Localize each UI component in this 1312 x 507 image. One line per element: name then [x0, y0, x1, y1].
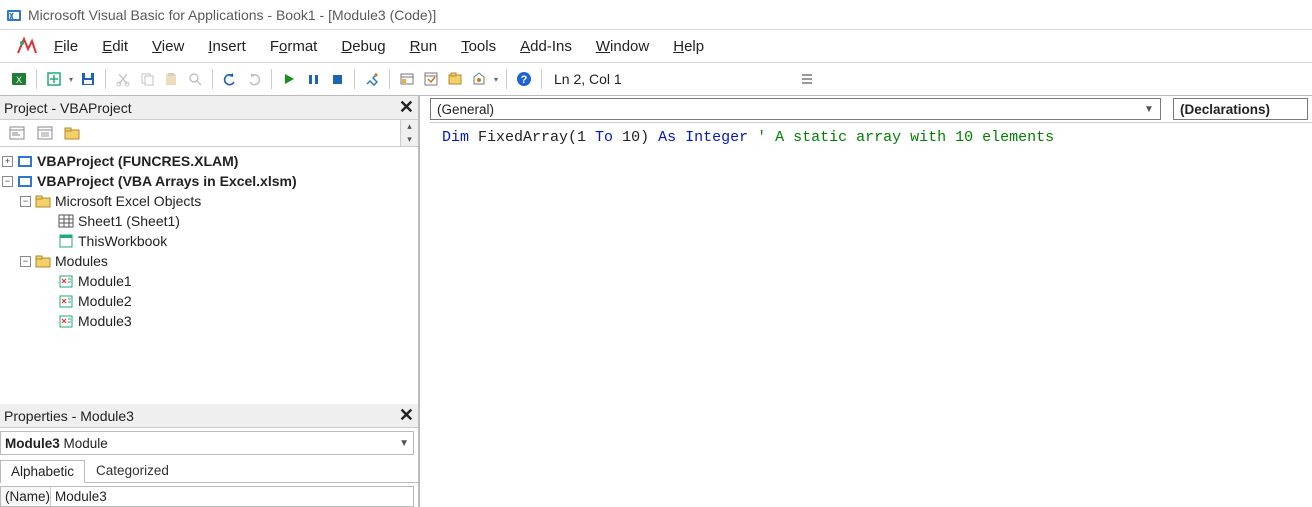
object-browser-button[interactable]	[444, 68, 466, 90]
properties-object-name: Module3	[5, 436, 60, 451]
tree-node-sheet1[interactable]: Sheet1 (Sheet1)	[2, 211, 416, 231]
copy-button[interactable]	[136, 68, 158, 90]
project-explorer-toolbar: ▴▾	[0, 120, 418, 147]
menu-addins[interactable]: Add-Ins	[508, 34, 584, 59]
menu-window[interactable]: Window	[584, 34, 661, 59]
collapse-icon[interactable]: −	[2, 176, 13, 187]
panel-scroll[interactable]: ▴▾	[400, 120, 418, 146]
property-key: (Name)	[1, 487, 51, 506]
svg-text:?: ?	[521, 74, 528, 86]
project-explorer-button[interactable]	[396, 68, 418, 90]
redo-button[interactable]	[243, 68, 265, 90]
window-titlebar: Microsoft Visual Basic for Applications …	[0, 0, 1312, 30]
collapse-icon[interactable]: −	[20, 256, 31, 267]
properties-window-button[interactable]	[420, 68, 442, 90]
toolbar-separator	[36, 69, 37, 89]
menu-edit[interactable]: Edit	[90, 34, 140, 59]
find-button[interactable]	[184, 68, 206, 90]
undo-button[interactable]	[219, 68, 241, 90]
folder-icon	[35, 195, 51, 208]
menu-file[interactable]: File	[42, 34, 90, 59]
project-tree[interactable]: + VBAProject (FUNCRES.XLAM) − VBAProject…	[0, 147, 418, 404]
property-value[interactable]: Module3	[51, 487, 413, 506]
tab-categorized[interactable]: Categorized	[85, 459, 180, 482]
toolbar-separator	[354, 69, 355, 89]
object-combo[interactable]: (General) ▼	[430, 98, 1161, 120]
insert-button[interactable]	[43, 68, 65, 90]
chevron-down-icon: ▼	[1140, 101, 1158, 117]
menu-debug[interactable]: Debug	[329, 34, 397, 59]
tree-node-module2[interactable]: Module2	[2, 291, 416, 311]
view-excel-button[interactable]: X	[8, 68, 30, 90]
worksheet-icon	[58, 214, 74, 228]
toolbar-grip	[802, 65, 812, 93]
run-button[interactable]	[278, 68, 300, 90]
toolbox-button[interactable]	[468, 68, 490, 90]
properties-panel-title: Properties - Module3	[4, 408, 134, 424]
project-explorer-close-icon[interactable]: ✕	[399, 97, 414, 118]
vba-glyph-icon	[12, 35, 42, 57]
project-explorer-header: Project - VBAProject ✕	[0, 96, 418, 120]
collapse-icon[interactable]: −	[20, 196, 31, 207]
project-explorer-title: Project - VBAProject	[4, 100, 132, 116]
tree-node-excel-objects[interactable]: − Microsoft Excel Objects	[2, 191, 416, 211]
expand-icon[interactable]: +	[2, 156, 13, 167]
tree-node-module3[interactable]: Module3	[2, 311, 416, 331]
tree-node-modules[interactable]: − Modules	[2, 251, 416, 271]
toolbar-separator	[105, 69, 106, 89]
menu-view[interactable]: View	[140, 34, 196, 59]
workbook-icon	[58, 234, 74, 248]
tab-alphabetic[interactable]: Alphabetic	[0, 460, 85, 483]
properties-tabs: Alphabetic Categorized	[0, 459, 418, 483]
menu-help[interactable]: Help	[661, 34, 716, 59]
window-title: Microsoft Visual Basic for Applications …	[28, 7, 436, 23]
tree-node-arrays[interactable]: − VBAProject (VBA Arrays in Excel.xlsm)	[2, 171, 416, 191]
insert-dropdown[interactable]: ▾	[67, 75, 75, 84]
property-row-name[interactable]: (Name) Module3	[1, 487, 413, 506]
properties-panel-header: Properties - Module3 ✕	[0, 404, 418, 428]
toggle-folders-button[interactable]	[62, 123, 84, 143]
save-button[interactable]	[77, 68, 99, 90]
module-icon	[58, 274, 74, 288]
module-icon	[58, 314, 74, 328]
help-button[interactable]: ?	[513, 68, 535, 90]
menubar: File Edit View Insert Format Debug Run T…	[0, 30, 1312, 63]
paste-button[interactable]	[160, 68, 182, 90]
properties-grid: (Name) Module3	[0, 486, 414, 507]
chevron-down-icon: ▼	[399, 438, 409, 449]
properties-object-select[interactable]: Module3 Module ▼	[0, 431, 414, 455]
tree-node-funcres[interactable]: + VBAProject (FUNCRES.XLAM)	[2, 151, 416, 171]
break-button[interactable]	[302, 68, 324, 90]
properties-object-type: Module	[64, 436, 108, 451]
vbaproject-icon	[17, 174, 33, 188]
standard-toolbar: X ▾ ▾ ? Ln 2, Col 1	[0, 63, 1312, 96]
design-mode-button[interactable]	[361, 68, 383, 90]
menu-run[interactable]: Run	[398, 34, 450, 59]
toolbar-separator	[271, 69, 272, 89]
toolbar-separator	[541, 69, 542, 89]
folder-icon	[35, 255, 51, 268]
reset-button[interactable]	[326, 68, 348, 90]
vbaproject-icon	[17, 154, 33, 168]
code-pane-combos: (General) ▼ (Declarations)	[430, 96, 1312, 122]
toolbox-dropdown[interactable]: ▾	[492, 75, 500, 84]
module-icon	[58, 294, 74, 308]
cursor-position-status: Ln 2, Col 1	[554, 71, 622, 87]
menu-insert[interactable]: Insert	[196, 34, 258, 59]
svg-text:X: X	[16, 75, 22, 85]
menu-tools[interactable]: Tools	[449, 34, 508, 59]
view-object-button[interactable]	[34, 123, 56, 143]
toolbar-separator	[506, 69, 507, 89]
tree-node-module1[interactable]: Module1	[2, 271, 416, 291]
toolbar-separator	[212, 69, 213, 89]
cut-button[interactable]	[112, 68, 134, 90]
properties-panel-close-icon[interactable]: ✕	[399, 405, 414, 426]
procedure-combo[interactable]: (Declarations)	[1173, 98, 1308, 120]
menu-format[interactable]: Format	[258, 34, 330, 59]
toolbar-separator	[389, 69, 390, 89]
code-editor[interactable]: Dim FixedArray(1 To 10) As Integer ' A s…	[430, 122, 1312, 507]
app-icon	[6, 7, 22, 23]
view-code-button[interactable]	[6, 123, 28, 143]
tree-node-thisworkbook[interactable]: ThisWorkbook	[2, 231, 416, 251]
